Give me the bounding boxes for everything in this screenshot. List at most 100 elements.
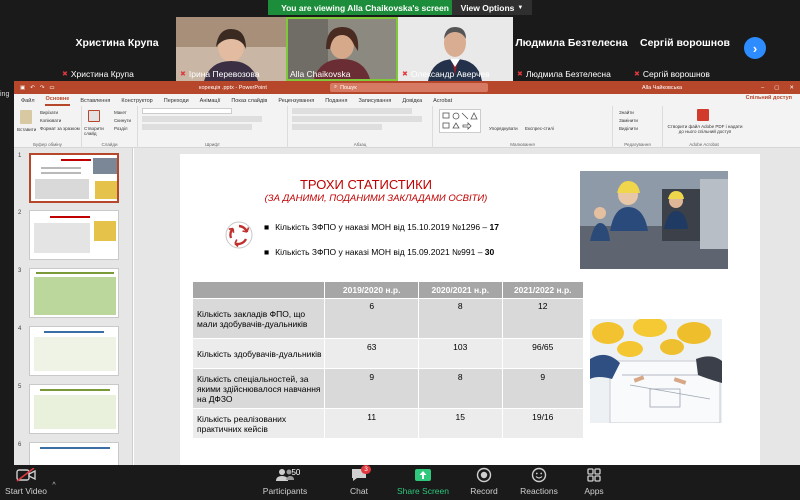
tab-file[interactable]: Файл xyxy=(20,98,36,106)
group-label: Редагування xyxy=(624,142,651,147)
slide-thumbnail[interactable] xyxy=(29,153,119,203)
save-icon[interactable]: ▣ xyxy=(20,85,25,91)
next-page-arrow-button[interactable]: › xyxy=(744,37,766,59)
paste-button[interactable]: Вставити xyxy=(17,127,36,132)
slide-thumbnail[interactable] xyxy=(29,384,119,434)
maximize-icon[interactable]: ▢ xyxy=(774,85,779,91)
select-button[interactable]: Виділити xyxy=(619,126,638,131)
reactions-label: Reactions xyxy=(520,486,558,496)
format-painter-button[interactable]: Формат за зразком xyxy=(40,126,80,131)
find-button[interactable]: Знайти xyxy=(619,110,634,115)
slide-thumbnail-item[interactable]: 5 xyxy=(14,384,133,436)
start-video-button[interactable]: Start Video xyxy=(4,465,48,500)
slide-thumbnail[interactable] xyxy=(29,268,119,318)
meeting-controls-toolbar: Start Video ^ 50 Participants 3 Chat Sha… xyxy=(0,465,800,500)
slide-thumbnail-item[interactable]: 6 xyxy=(14,442,133,465)
blueprint-photo-icon xyxy=(590,319,722,423)
table-row: Кількість здобувачів-дуальників 63 103 9… xyxy=(191,338,585,369)
copy-button[interactable]: Копіювати xyxy=(40,118,61,123)
redo-icon[interactable]: ↷ xyxy=(40,85,45,91)
quick-styles-button[interactable]: Експрес-стилі xyxy=(525,126,554,131)
ppt-search-box[interactable]: ⌕ Пошук xyxy=(330,83,488,92)
participant-name: Alla Chaikovska xyxy=(290,69,351,79)
tab-transitions[interactable]: Переходи xyxy=(163,98,190,106)
workshop-photo-icon xyxy=(580,171,728,269)
reactions-button[interactable]: Reactions xyxy=(516,465,562,500)
participant-tile[interactable]: Христина Крупа ✖ Христина Крупа xyxy=(58,15,176,81)
bullet-item[interactable]: ■ Кількість ЗФПО у наказі МОН від 15.10.… xyxy=(264,222,499,232)
slide-thumbnail[interactable] xyxy=(29,326,119,376)
slide-number: 1 xyxy=(18,153,22,159)
section-button[interactable]: Розділ xyxy=(114,126,127,131)
participant-tile[interactable]: ✖ Олександр Аверчев xyxy=(398,15,513,81)
table-cell: 6 xyxy=(324,298,420,339)
slide-title[interactable]: ТРОХИ СТАТИСТИКИ xyxy=(268,177,464,192)
chat-button[interactable]: 3 Chat xyxy=(340,465,378,500)
slide-subtitle[interactable]: (ЗА ДАНИМИ, ПОДАНИМИ ЗАКЛАДАМИ ОСВІТИ) xyxy=(256,193,496,204)
tab-acrobat[interactable]: Acrobat xyxy=(432,98,453,106)
tab-insert[interactable]: Вставлення xyxy=(79,98,111,106)
tab-design[interactable]: Конструктор xyxy=(120,98,153,106)
share-button[interactable]: Спільний доступ xyxy=(746,95,792,101)
new-slide-icon[interactable] xyxy=(88,110,100,122)
shapes-gallery[interactable] xyxy=(439,109,481,133)
record-button[interactable]: Record xyxy=(464,465,504,500)
font-name-select[interactable] xyxy=(142,108,232,114)
list-buttons[interactable] xyxy=(292,108,412,114)
apps-button[interactable]: Apps xyxy=(578,465,610,500)
tab-animations[interactable]: Анімації xyxy=(199,98,222,106)
table-header-cell: 2020/2021 н.р. xyxy=(418,281,503,299)
align-buttons[interactable] xyxy=(292,116,422,122)
text-direction-buttons[interactable] xyxy=(292,124,382,130)
layout-button[interactable]: Макет xyxy=(114,110,127,115)
reset-button[interactable]: Скинути xyxy=(114,118,131,123)
tab-home[interactable]: Основне xyxy=(44,96,71,106)
tab-review[interactable]: Рецензування xyxy=(277,98,315,106)
tab-view[interactable]: Подання xyxy=(324,98,348,106)
video-options-caret[interactable]: ^ xyxy=(48,465,60,500)
participant-name: Сергій ворошнов xyxy=(642,69,710,79)
tab-record[interactable]: Записування xyxy=(357,98,392,106)
slide-thumbnail-item[interactable]: 1 xyxy=(14,153,133,205)
participant-tile[interactable]: Сергій ворошнов ✖ Сергій ворошнов xyxy=(630,15,740,81)
tab-slideshow[interactable]: Показ слайдів xyxy=(230,98,268,106)
present-icon[interactable]: ▭ xyxy=(49,85,54,91)
current-slide[interactable]: ТРОХИ СТАТИСТИКИ (ЗА ДАНИМИ, ПОДАНИМИ ЗА… xyxy=(180,154,760,465)
shapes-icon xyxy=(442,112,478,130)
slide-thumbnail-item[interactable]: 2 xyxy=(14,210,133,262)
participant-tile[interactable]: Людмила Безтелесна ✖ Людмила Безтелесна xyxy=(513,15,630,81)
table-cell: 63 xyxy=(324,338,420,369)
participant-name-large: Христина Крупа xyxy=(75,37,159,49)
view-options-button[interactable]: View Options ▼ xyxy=(452,0,532,15)
tab-help[interactable]: Довідка xyxy=(401,98,423,106)
statistics-table: 2019/2020 н.р. 2020/2021 н.р. 2021/2022 … xyxy=(191,281,585,439)
create-pdf-button[interactable]: Створити файл Adobe PDF і надати до ньог… xyxy=(665,124,745,134)
font-color-buttons[interactable] xyxy=(142,124,252,130)
font-format-buttons[interactable] xyxy=(142,116,262,122)
chevron-up-icon: ^ xyxy=(52,481,56,489)
bullet-value: 17 xyxy=(489,222,499,232)
slide-thumbnail-item[interactable]: 4 xyxy=(14,326,133,378)
participant-tile[interactable]: ✖ Ірина Перевозова xyxy=(176,15,286,81)
replace-button[interactable]: Замінити xyxy=(619,118,638,123)
account-name[interactable]: Alla Чайковська xyxy=(642,85,682,91)
arrange-button[interactable]: Упорядкувати xyxy=(489,126,518,131)
adobe-pdf-icon[interactable] xyxy=(697,109,709,121)
cut-button[interactable]: Вирізати xyxy=(40,110,58,115)
quick-access-toolbar: ▣ ↶ ↷ ▭ xyxy=(20,85,55,91)
close-icon[interactable]: ✕ xyxy=(789,85,794,91)
participants-button[interactable]: 50 Participants xyxy=(258,465,312,500)
bullet-item[interactable]: ■ Кількість ЗФПО у наказі МОН від 15.09.… xyxy=(264,247,494,257)
paste-icon[interactable] xyxy=(20,110,32,124)
minimize-icon[interactable]: – xyxy=(761,85,764,91)
table-cell: 9 xyxy=(324,368,420,409)
mic-muted-icon: ✖ xyxy=(180,71,186,78)
participant-tile-active-speaker[interactable]: Alla Chaikovska xyxy=(286,15,398,81)
slide-thumbnail[interactable] xyxy=(29,210,119,260)
undo-icon[interactable]: ↶ xyxy=(30,85,35,91)
slide-thumbnail-item[interactable]: 3 xyxy=(14,268,133,320)
share-screen-button[interactable]: Share Screen xyxy=(394,465,452,500)
slide-thumbnail[interactable] xyxy=(29,442,119,465)
new-slide-button[interactable]: Створити слайд xyxy=(84,126,108,136)
chat-label: Chat xyxy=(350,486,368,496)
